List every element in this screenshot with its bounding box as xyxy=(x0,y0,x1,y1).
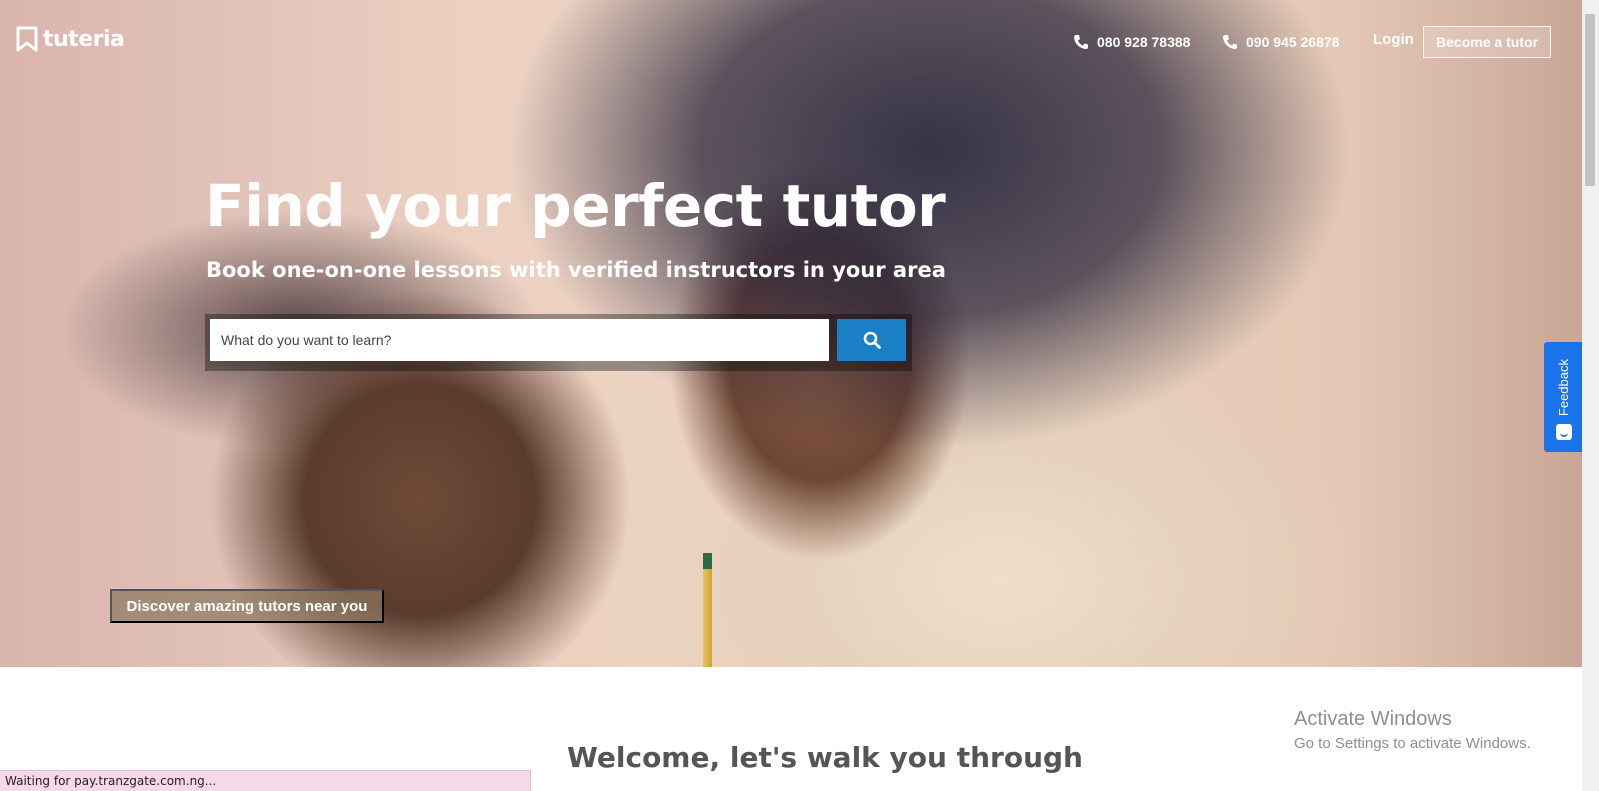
pencil-image xyxy=(703,553,712,667)
phone-number-1-text: 080 928 78388 xyxy=(1097,34,1191,50)
activate-windows-watermark: Activate Windows Go to Settings to activ… xyxy=(1294,708,1531,752)
page-scrollbar[interactable] xyxy=(1582,0,1599,791)
scrollbar-thumb[interactable] xyxy=(1585,14,1595,186)
login-link[interactable]: Login xyxy=(1373,31,1414,48)
page-title: Find your perfect tutor xyxy=(205,172,946,240)
browser-status-bar: Waiting for pay.tranzgate.com.ng... xyxy=(0,770,531,791)
smile-icon xyxy=(1555,424,1572,440)
page-subtitle: Book one-on-one lessons with verified in… xyxy=(206,258,946,282)
welcome-heading: Welcome, let's walk you through xyxy=(567,741,1083,774)
phone-number-2-text: 090 945 26878 xyxy=(1246,34,1340,50)
search-icon xyxy=(863,331,881,349)
phone-number-2[interactable]: 090 945 26878 xyxy=(1222,34,1339,50)
activate-windows-title: Activate Windows xyxy=(1294,708,1452,730)
logo[interactable]: tuteria xyxy=(15,26,125,52)
phone-icon xyxy=(1223,35,1237,49)
search-bar xyxy=(205,314,912,371)
hero-banner: tuteria 080 928 78388 090 945 26878 Logi… xyxy=(0,0,1582,667)
feedback-tab[interactable]: Feedback xyxy=(1544,342,1583,452)
search-button[interactable] xyxy=(837,319,906,361)
become-a-tutor-button[interactable]: Become a tutor xyxy=(1423,26,1551,58)
activate-windows-subtitle: Go to Settings to activate Windows. xyxy=(1294,735,1531,752)
logo-text: tuteria xyxy=(43,26,125,52)
bookmark-logo-icon xyxy=(16,26,38,52)
discover-tutors-button[interactable]: Discover amazing tutors near you xyxy=(110,589,384,623)
phone-icon xyxy=(1074,35,1088,49)
phone-number-1[interactable]: 080 928 78388 xyxy=(1073,34,1190,50)
feedback-label: Feedback xyxy=(1556,358,1571,416)
search-input[interactable] xyxy=(210,319,829,361)
